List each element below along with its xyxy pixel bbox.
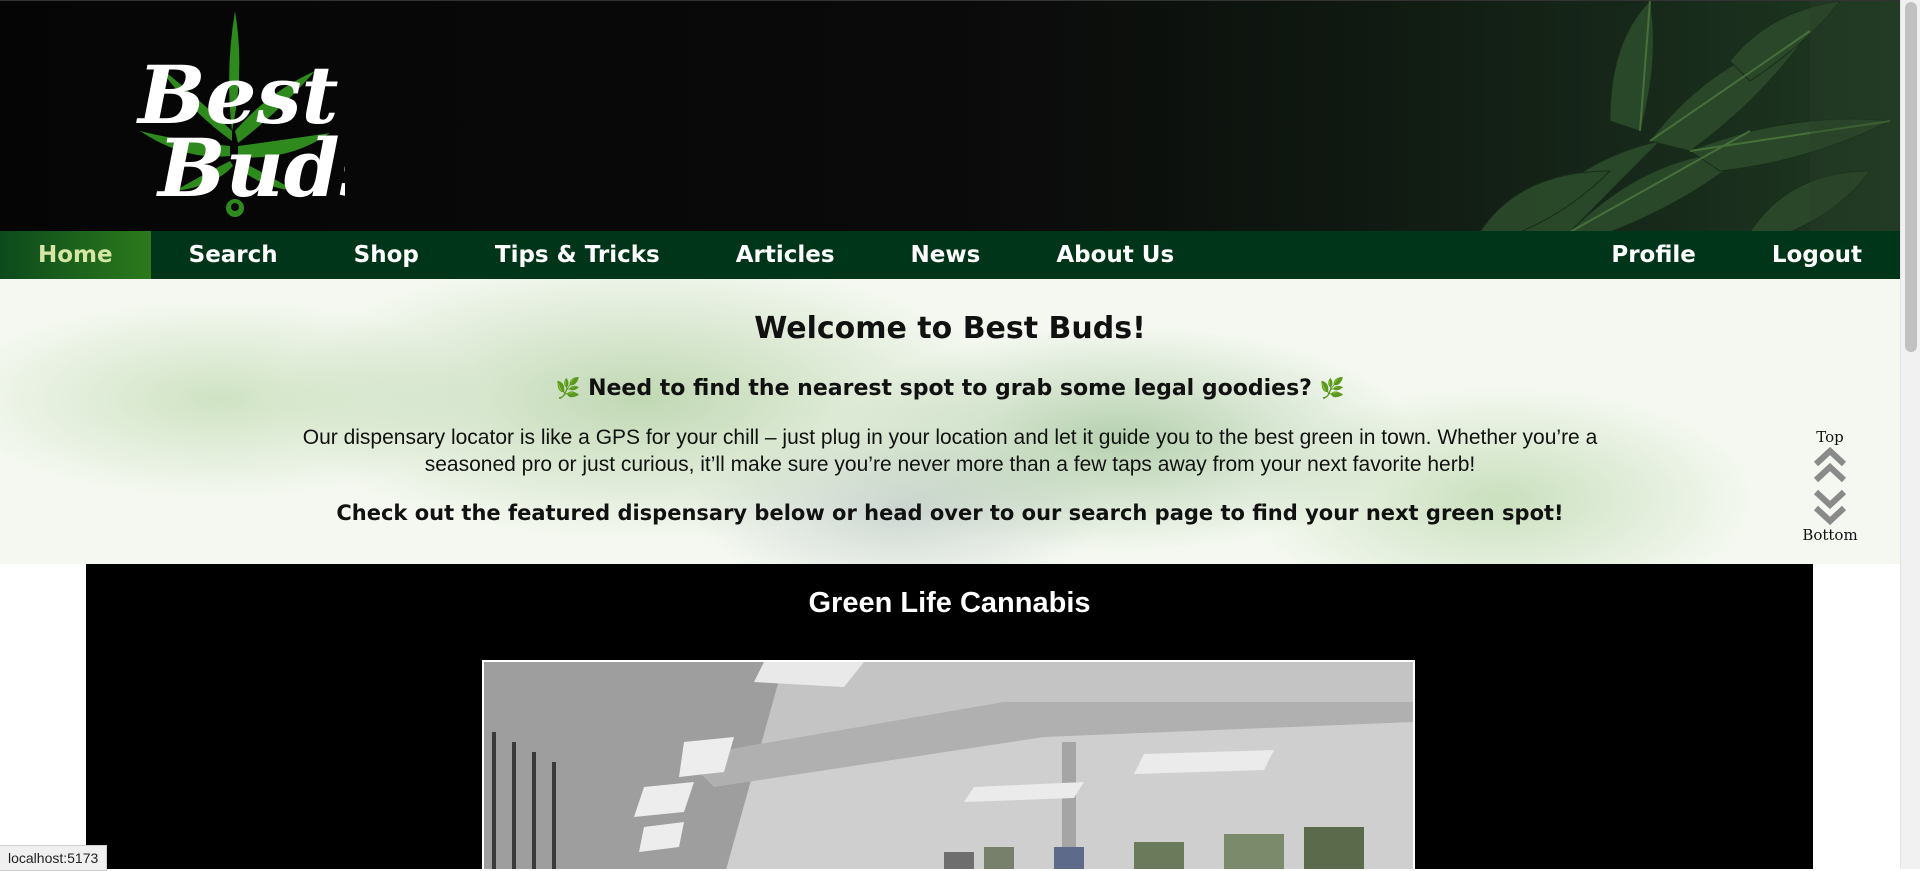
nav-profile[interactable]: Profile bbox=[1573, 231, 1734, 279]
hero-description: Our dispensary locator is like a GPS for… bbox=[302, 426, 1598, 476]
double-chevron-down-icon[interactable] bbox=[1813, 488, 1847, 526]
cannabis-leaves-banner bbox=[1050, 1, 1900, 232]
scrollbar-thumb[interactable] bbox=[1905, 2, 1917, 352]
nav-articles[interactable]: Articles bbox=[698, 231, 873, 279]
dispensary-interior-image bbox=[484, 662, 1413, 869]
nav-home[interactable]: Home bbox=[0, 231, 151, 279]
hero-subtitle-text: Need to find the nearest spot to grab so… bbox=[588, 376, 1312, 401]
nav-tips-tricks[interactable]: Tips & Tricks bbox=[457, 231, 698, 279]
nav-news[interactable]: News bbox=[873, 231, 1019, 279]
hero-cta: Check out the featured dispensary below … bbox=[336, 501, 1564, 525]
dispensary-name[interactable]: Green Life Cannabis bbox=[86, 587, 1813, 620]
nav-about-us[interactable]: About Us bbox=[1018, 231, 1212, 279]
svg-text:Buds: Buds bbox=[156, 121, 345, 215]
dispensary-photo[interactable] bbox=[482, 660, 1415, 869]
scroll-top-label[interactable]: Top bbox=[1800, 428, 1860, 446]
double-chevron-up-icon[interactable] bbox=[1813, 446, 1847, 484]
page-title: Welcome to Best Buds! bbox=[754, 311, 1146, 346]
page: Best Buds Home Search Shop Tips & Tricks… bbox=[0, 0, 1900, 869]
herb-icon: 🌿 bbox=[555, 376, 581, 400]
nav-search[interactable]: Search bbox=[151, 231, 316, 279]
site-header: Best Buds bbox=[0, 0, 1900, 232]
herb-icon: 🌿 bbox=[1319, 376, 1345, 400]
featured-dispensary: Green Life Cannabis bbox=[86, 564, 1813, 869]
scroll-bottom-label[interactable]: Bottom bbox=[1800, 526, 1860, 544]
nav-shop[interactable]: Shop bbox=[316, 231, 457, 279]
hero-subtitle: 🌿 Need to find the nearest spot to grab … bbox=[0, 376, 1900, 401]
main-nav: Home Search Shop Tips & Tricks Articles … bbox=[0, 231, 1900, 279]
nav-logout[interactable]: Logout bbox=[1734, 231, 1900, 279]
nav-right-group: Profile Logout bbox=[1573, 231, 1900, 279]
status-bar-url: localhost:5173 bbox=[0, 845, 108, 871]
welcome-hero: Welcome to Best Buds! 🌿 Need to find the… bbox=[0, 279, 1900, 564]
scroll-widget: Top Bottom bbox=[1800, 428, 1860, 544]
vertical-scrollbar[interactable] bbox=[1900, 0, 1920, 869]
best-buds-logo[interactable]: Best Buds bbox=[120, 11, 345, 226]
